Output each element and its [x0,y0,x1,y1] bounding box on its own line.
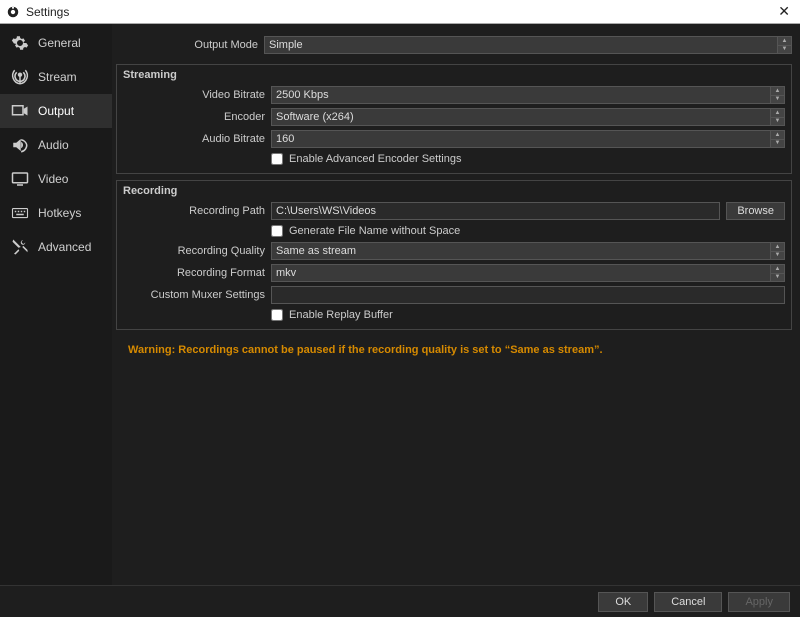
recording-quality-value: Same as stream [276,245,356,257]
close-button[interactable]: ✕ [774,3,794,20]
chevron-up-icon[interactable]: ▲ [771,131,784,140]
chevron-up-icon[interactable]: ▲ [771,243,784,252]
speaker-icon [10,136,30,154]
recording-title: Recording [123,185,785,197]
output-icon [10,102,30,120]
sidebar-item-label: Stream [38,70,77,84]
sidebar-item-hotkeys[interactable]: Hotkeys [0,196,112,230]
chevron-up-icon[interactable]: ▲ [771,109,784,118]
apply-button[interactable]: Apply [728,592,790,612]
cancel-button[interactable]: Cancel [654,592,722,612]
chevron-up-icon[interactable]: ▲ [771,87,784,96]
window-title: Settings [26,5,69,19]
chevron-down-icon[interactable]: ▼ [771,118,784,126]
chevron-down-icon[interactable]: ▼ [771,252,784,260]
sidebar-item-advanced[interactable]: Advanced [0,230,112,264]
titlebar: Settings ✕ [0,0,800,24]
chevron-down-icon[interactable]: ▼ [778,46,791,54]
recording-format-value: mkv [276,267,296,279]
advanced-encoder-label: Enable Advanced Encoder Settings [289,153,461,165]
monitor-icon [10,170,30,188]
sidebar-item-stream[interactable]: Stream [0,60,112,94]
recording-format-select[interactable]: mkv ▲▼ [271,264,785,282]
recording-group: Recording Recording Path Browse Generate… [116,180,792,330]
gear-icon [10,34,30,52]
sidebar-item-label: General [38,36,81,50]
advanced-encoder-checkbox[interactable] [271,153,283,165]
sidebar-item-label: Hotkeys [38,206,81,220]
streaming-group: Streaming Video Bitrate 2500 Kbps ▲▼ Enc… [116,64,792,174]
sidebar-item-label: Video [38,172,68,186]
chevron-up-icon[interactable]: ▲ [778,37,791,46]
antenna-icon [10,68,30,86]
recording-path-input[interactable] [271,202,720,220]
sidebar-item-audio[interactable]: Audio [0,128,112,162]
recording-quality-label: Recording Quality [123,245,271,257]
tools-icon [10,238,30,256]
audio-bitrate-label: Audio Bitrate [123,133,271,145]
encoder-label: Encoder [123,111,271,123]
encoder-value: Software (x264) [276,111,354,123]
sidebar-item-label: Audio [38,138,69,152]
sidebar-item-label: Output [38,104,74,118]
muxer-label: Custom Muxer Settings [123,289,271,301]
audio-bitrate-select[interactable]: 160 ▲▼ [271,130,785,148]
sidebar: General Stream Output Audio Video Hotkey… [0,24,112,585]
browse-button[interactable]: Browse [726,202,785,220]
output-mode-select[interactable]: Simple ▲▼ [264,36,792,54]
streaming-title: Streaming [123,69,785,81]
recording-quality-select[interactable]: Same as stream ▲▼ [271,242,785,260]
video-bitrate-label: Video Bitrate [123,89,271,101]
video-bitrate-value: 2500 Kbps [276,89,329,101]
filename-nospace-label: Generate File Name without Space [289,225,460,237]
recording-path-label: Recording Path [123,205,271,217]
audio-bitrate-value: 160 [276,133,294,145]
video-bitrate-input[interactable]: 2500 Kbps ▲▼ [271,86,785,104]
muxer-value[interactable] [276,289,780,301]
muxer-input[interactable] [271,286,785,304]
replay-buffer-label: Enable Replay Buffer [289,309,393,321]
sidebar-item-general[interactable]: General [0,26,112,60]
replay-buffer-checkbox[interactable] [271,309,283,321]
content-pane: Output Mode Simple ▲▼ Streaming Video Bi… [112,24,800,585]
ok-button[interactable]: OK [598,592,648,612]
sidebar-item-video[interactable]: Video [0,162,112,196]
chevron-down-icon[interactable]: ▼ [771,274,784,282]
footer: OK Cancel Apply [0,585,800,617]
output-mode-label: Output Mode [116,39,264,51]
app-icon [6,5,20,19]
recording-format-label: Recording Format [123,267,271,279]
chevron-down-icon[interactable]: ▼ [771,140,784,148]
filename-nospace-checkbox[interactable] [271,225,283,237]
chevron-down-icon[interactable]: ▼ [771,96,784,104]
sidebar-item-output[interactable]: Output [0,94,112,128]
chevron-up-icon[interactable]: ▲ [771,265,784,274]
sidebar-item-label: Advanced [38,240,91,254]
output-mode-value: Simple [269,39,303,51]
keyboard-icon [10,204,30,222]
warning-text: Warning: Recordings cannot be paused if … [116,336,792,364]
encoder-select[interactable]: Software (x264) ▲▼ [271,108,785,126]
recording-path-value[interactable] [276,205,715,217]
